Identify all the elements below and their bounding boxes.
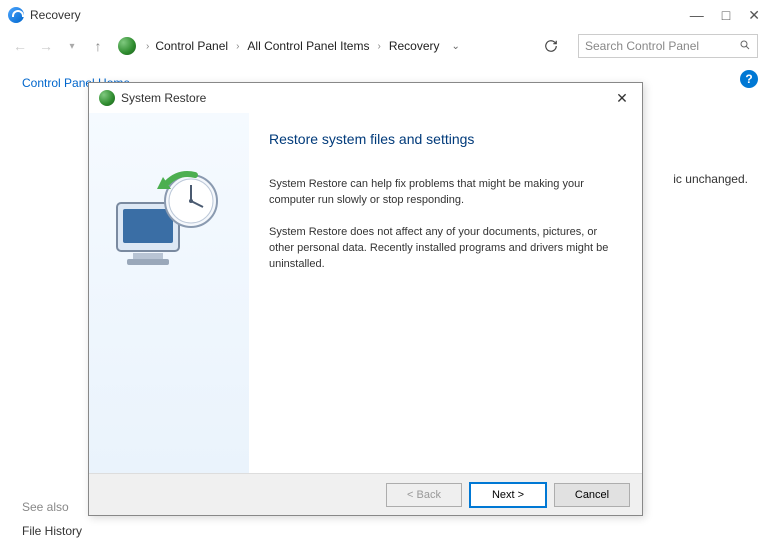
dialog-title: System Restore bbox=[121, 91, 612, 105]
system-restore-illustration-icon bbox=[109, 163, 229, 273]
help-icon[interactable]: ? bbox=[740, 70, 758, 88]
back-arrow-icon[interactable]: ← bbox=[10, 36, 30, 56]
background-text-fragment: ic unchanged. bbox=[673, 172, 748, 186]
titlebar: Recovery — □ ✕ bbox=[0, 0, 768, 30]
refresh-icon[interactable] bbox=[540, 35, 562, 57]
search-placeholder: Search Control Panel bbox=[585, 39, 739, 53]
search-input[interactable]: Search Control Panel bbox=[578, 34, 758, 58]
dialog-paragraph-2: System Restore does not affect any of yo… bbox=[269, 225, 622, 273]
maximize-button[interactable]: □ bbox=[722, 7, 730, 24]
dialog-heading: Restore system files and settings bbox=[269, 131, 622, 147]
system-restore-icon bbox=[99, 90, 115, 106]
next-button[interactable]: Next > bbox=[470, 483, 546, 507]
forward-arrow-icon[interactable]: → bbox=[36, 36, 56, 56]
chevron-right-icon: › bbox=[377, 41, 380, 52]
breadcrumb-all-items[interactable]: All Control Panel Items bbox=[247, 39, 369, 53]
chevron-right-icon: › bbox=[236, 41, 239, 52]
file-history-link[interactable]: File History bbox=[22, 524, 210, 538]
control-panel-icon[interactable] bbox=[118, 37, 136, 55]
dialog-titlebar: System Restore ✕ bbox=[89, 83, 642, 113]
dialog-content: Restore system files and settings System… bbox=[249, 113, 642, 473]
up-arrow-icon[interactable]: ↑ bbox=[88, 36, 108, 56]
navigation-bar: ← → ▾ ↑ › Control Panel › All Control Pa… bbox=[0, 30, 768, 62]
dialog-illustration-panel bbox=[89, 113, 249, 473]
back-button: < Back bbox=[386, 483, 462, 507]
breadcrumb: Control Panel › All Control Panel Items … bbox=[155, 39, 534, 53]
recent-dropdown-icon[interactable]: ▾ bbox=[62, 36, 82, 56]
breadcrumb-recovery[interactable]: Recovery bbox=[389, 39, 440, 53]
search-icon bbox=[739, 39, 751, 54]
breadcrumb-dropdown-icon[interactable]: ⌄ bbox=[452, 41, 460, 52]
dialog-close-button[interactable]: ✕ bbox=[612, 88, 632, 108]
chevron-right-icon: › bbox=[146, 41, 149, 52]
window-title: Recovery bbox=[30, 8, 690, 22]
dialog-body: Restore system files and settings System… bbox=[89, 113, 642, 473]
recovery-app-icon bbox=[8, 7, 24, 23]
breadcrumb-control-panel[interactable]: Control Panel bbox=[155, 39, 228, 53]
dialog-footer: < Back Next > Cancel bbox=[89, 473, 642, 515]
cancel-button[interactable]: Cancel bbox=[554, 483, 630, 507]
close-button[interactable]: ✕ bbox=[748, 7, 760, 24]
system-restore-dialog: System Restore ✕ Restore syst bbox=[88, 82, 643, 516]
minimize-button[interactable]: — bbox=[690, 7, 704, 24]
dialog-paragraph-1: System Restore can help fix problems tha… bbox=[269, 177, 622, 209]
window-controls: — □ ✕ bbox=[690, 7, 760, 24]
